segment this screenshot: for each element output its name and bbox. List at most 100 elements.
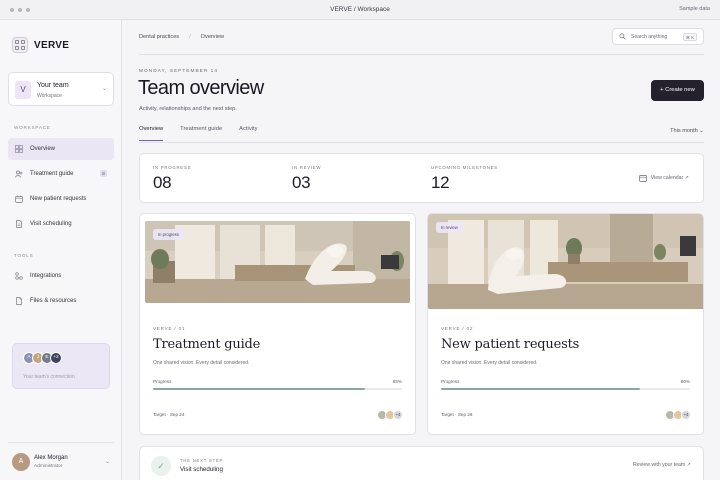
user-name: Alex Morgan	[34, 455, 68, 461]
brand[interactable]: VERVE	[12, 37, 69, 53]
divider	[139, 54, 704, 55]
user-role: Administrator	[34, 464, 63, 469]
sidebar-item-overview[interactable]: Overview	[8, 138, 114, 160]
breadcrumb: Dental practices / Overview	[139, 34, 224, 40]
stats-panel: IN PROGRESS 08 IN REVIEW 03 UPCOMING MIL…	[139, 153, 704, 203]
sidebar-item-visit-scheduling[interactable]: Visit scheduling	[8, 213, 114, 235]
grid-icon	[15, 145, 23, 153]
team-connection-card[interactable]: A J E +2 Your team's connection	[12, 343, 110, 389]
page-title: Team overview	[138, 77, 264, 99]
tab-bar: Overview Treatment guide Activity	[139, 126, 258, 141]
user-menu[interactable]: A Alex Morgan Administrator ⌄	[8, 442, 114, 480]
progress-fill	[441, 388, 641, 390]
document-icon	[15, 220, 23, 228]
sidebar-item-treatment-guide[interactable]: Treatment guide 8	[8, 163, 114, 185]
team-sub: Workspace	[37, 93, 62, 99]
file-icon	[15, 297, 23, 305]
stat-value: 08	[153, 173, 172, 192]
next-step-title: Visit scheduling	[180, 466, 223, 473]
users-icon	[15, 170, 23, 178]
project-card-treatment-guide[interactable]: In progress VERVE / 01 Treatment guide O…	[139, 213, 416, 435]
status-badge: In progress	[153, 229, 184, 240]
divider	[139, 142, 704, 143]
integrations-icon	[15, 272, 23, 280]
search-input[interactable]: Search anything ⌘ K	[612, 28, 704, 45]
stat-value: 03	[292, 173, 311, 192]
main-content: Dental practices / Overview Search anyth…	[123, 20, 720, 480]
sidebar-item-files-resources[interactable]: Files & resources	[8, 290, 114, 312]
sidebar: VERVE V Your team Workspace ⌄ WORKSPACE …	[0, 20, 122, 480]
project-card-new-patient-requests[interactable]: In review VERVE / 02 New patient request…	[427, 213, 704, 435]
team-switcher[interactable]: V Your team Workspace ⌄	[8, 72, 114, 106]
sidebar-item-label: Visit scheduling	[30, 221, 72, 227]
team-name: Your team	[37, 82, 69, 89]
card-eyebrow: VERVE / 02	[441, 326, 474, 331]
next-step-eyebrow: THE NEXT STEP	[180, 458, 224, 463]
tab-treatment-guide[interactable]: Treatment guide	[180, 126, 222, 141]
card-title: Treatment guide	[153, 337, 261, 352]
sample-data-label: Sample data	[679, 6, 710, 12]
create-new-button[interactable]: + Create new	[651, 80, 704, 101]
sidebar-item-label: Overview	[30, 146, 56, 152]
stat-label: UPCOMING MILESTONES	[431, 165, 498, 170]
stat-value: 12	[431, 173, 450, 192]
sidebar-item-label: Integrations	[30, 273, 62, 279]
window-titlebar: VERVE / Workspace Sample data	[0, 0, 720, 20]
avatar-stack: +4	[377, 410, 403, 420]
search-icon	[619, 33, 626, 40]
sidebar-item-new-patient-requests[interactable]: New patient requests	[8, 188, 114, 210]
avatar-overflow-count: +4	[393, 410, 403, 420]
view-calendar-link[interactable]: View calendar ↗	[638, 174, 689, 182]
progress-percent: 85%	[392, 379, 402, 384]
review-with-team-link[interactable]: Review with your team ↗	[633, 462, 691, 468]
tools-section-label: TOOLS	[14, 253, 34, 258]
stat-label: IN REVIEW	[292, 165, 322, 170]
check-icon: ✓	[151, 456, 171, 476]
breadcrumb-item[interactable]: Overview	[201, 34, 224, 40]
stat-upcoming-milestones: UPCOMING MILESTONES 12	[431, 165, 498, 193]
view-calendar-label: View calendar ↗	[650, 175, 689, 181]
card-target-date: Target · Sep 28	[441, 412, 473, 417]
breadcrumb-item[interactable]: Dental practices	[139, 34, 179, 40]
progress-label: Progress	[153, 379, 172, 384]
chevron-updown-icon: ⌄	[101, 86, 107, 92]
next-step-card[interactable]: ✓ THE NEXT STEP Visit scheduling Review …	[139, 446, 704, 480]
sidebar-item-label: Files & resources	[30, 298, 77, 304]
progress-bar	[153, 388, 402, 390]
period-select[interactable]: This month ⌄	[670, 128, 704, 134]
card-description: One shared vision. Every detail consider…	[153, 360, 250, 366]
status-badge: In review	[436, 222, 463, 233]
clinic-photo: In progress	[145, 221, 410, 303]
clinic-photo: In review	[428, 214, 703, 309]
progress-label: Progress	[441, 379, 460, 384]
progress-percent: 80%	[680, 379, 690, 384]
avatar-overflow-count: +4	[681, 410, 691, 420]
progress-bar	[441, 388, 690, 390]
stat-in-review: IN REVIEW 03	[292, 165, 321, 193]
connection-text: Your team's connection	[23, 374, 75, 380]
stat-label: IN PROGRESS	[153, 165, 192, 170]
brand-logo-icon	[12, 37, 28, 53]
workspace-section-label: WORKSPACE	[14, 125, 51, 130]
search-placeholder: Search anything	[631, 34, 668, 40]
tab-activity[interactable]: Activity	[239, 126, 257, 141]
keyboard-shortcut: ⌘ K	[682, 33, 697, 41]
avatar-stack: +4	[665, 410, 691, 420]
sidebar-item-integrations[interactable]: Integrations	[8, 265, 114, 287]
team-avatar: V	[15, 81, 31, 99]
sidebar-item-label: New patient requests	[30, 196, 87, 202]
sidebar-item-label: Treatment guide	[30, 171, 74, 177]
calendar-icon	[638, 175, 647, 182]
card-target-date: Target · Sep 24	[153, 412, 185, 417]
card-description: One shared vision. Every detail consider…	[441, 360, 538, 366]
window-title: VERVE / Workspace	[330, 6, 390, 13]
stat-in-progress: IN PROGRESS 08	[153, 165, 191, 193]
avatar: A	[12, 453, 30, 471]
card-title: New patient requests	[441, 337, 580, 352]
avatar-overflow-count: +2	[50, 352, 62, 364]
brand-name: VERVE	[34, 39, 70, 51]
breadcrumb-separator: /	[189, 34, 191, 40]
chevron-down-icon: ⌄	[104, 459, 110, 465]
calendar-icon	[15, 195, 23, 203]
tab-overview[interactable]: Overview	[139, 126, 164, 141]
